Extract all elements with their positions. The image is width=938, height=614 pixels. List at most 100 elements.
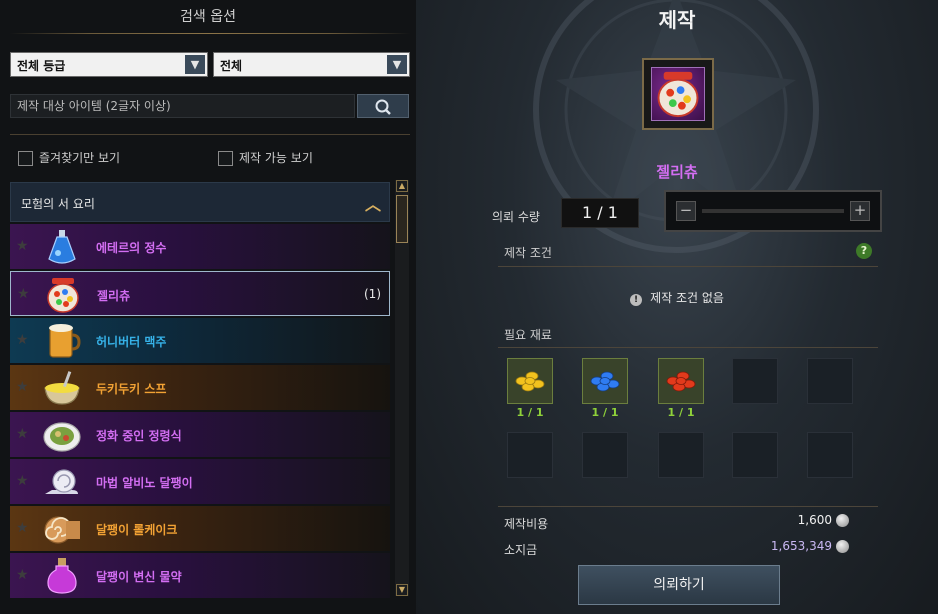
list-item[interactable]: ★ 마법 알비노 달팽이 [10,459,390,504]
list-item[interactable]: ★ 달팽이 변신 물약 [10,553,390,598]
empty-material-slot [582,432,628,478]
category-header-label: 모험의 서 요리 [21,197,95,211]
slider-track[interactable] [702,209,844,213]
materials-label: 필요 재료 [504,328,552,342]
favorite-star-icon[interactable]: ★ [16,238,29,254]
decrease-button[interactable]: − [676,201,696,221]
item-name: 마법 알비노 달팽이 [96,476,193,490]
yellow-jelly-beans-icon [515,371,545,392]
item-name: 젤리츄 [97,289,131,303]
favorite-star-icon[interactable]: ★ [16,332,29,348]
no-conditions-message: ! 제작 조건 없음 [416,289,938,306]
request-craft-button[interactable]: 의뢰하기 [578,565,780,605]
item-name: 정화 중인 정령식 [96,429,182,443]
material-count: 1 / 1 [516,406,544,419]
conditions-label: 제작 조건 [504,246,552,260]
grade-dropdown-value: 전체 등급 [17,59,66,73]
soup-bowl-icon [44,371,80,405]
material-slot[interactable] [658,358,704,404]
silver-coin-icon [836,514,849,527]
chevron-up-icon: ︿ [364,195,381,214]
favorite-star-icon[interactable]: ★ [16,379,29,395]
checkbox-box [218,151,233,166]
favorite-star-icon[interactable]: ★ [16,426,29,442]
list-scrollbar[interactable]: ▲ ▼ [395,180,409,596]
empty-material-slot [807,358,853,404]
craft-cost-value: 1,600 [797,513,832,527]
material-slot[interactable] [507,358,553,404]
gold-label: 소지금 [504,543,538,557]
empty-material-slot [658,432,704,478]
list-item[interactable]: ★ 두키두키 스프 [10,365,390,410]
item-name: 달팽이 변신 물약 [96,570,182,584]
list-item[interactable]: ★ 정화 중인 정령식 [10,412,390,457]
chevron-down-icon: ▼ [387,55,407,74]
quantity-slider[interactable]: − + [664,190,882,232]
item-name: 달팽이 롤케이크 [96,523,178,537]
craft-panel: 제작 젤리츄 의뢰 수량 1 / 1 − + 제작 조건 ? ! 제작 조건 없음… [416,0,938,614]
scroll-up-icon[interactable]: ▲ [396,180,408,192]
search-button[interactable] [357,94,409,118]
item-slot-background [651,67,705,121]
red-jelly-beans-icon [666,371,696,392]
crafted-item-slot [642,58,714,130]
honey-beer-mug-icon [49,324,81,358]
craftable-only-checkbox[interactable]: 제작 가능 보기 [218,149,313,166]
scroll-down-icon[interactable]: ▼ [396,584,408,596]
search-panel: 검색 옵션 전체 등급 ▼ 전체 ▼ 제작 대상 아이템 (2글자 이상) 즐겨… [0,0,416,614]
material-slot[interactable] [582,358,628,404]
search-options-title: 검색 옵션 [180,9,236,25]
checkbox-box [18,151,33,166]
favorites-only-label: 즐겨찾기만 보기 [39,151,121,165]
grade-dropdown[interactable]: 전체 등급 ▼ [10,52,208,77]
item-name: 두키두키 스프 [96,382,167,396]
material-count: 1 / 1 [591,406,619,419]
item-name: 에테르의 정수 [96,241,167,255]
silver-coin-icon [836,540,849,553]
craft-cost-label: 제작비용 [504,517,549,531]
material-count: 1 / 1 [667,406,695,419]
chevron-down-icon: ▼ [185,55,205,74]
quantity-field[interactable]: 1 / 1 [561,198,639,228]
category-dropdown[interactable]: 전체 ▼ [213,52,410,77]
category-header[interactable]: 모험의 서 요리 ︿ [10,182,390,222]
blue-potion-flask-icon [48,230,76,264]
favorite-star-icon[interactable]: ★ [17,286,30,302]
no-conditions-text: 제작 조건 없음 [650,291,724,305]
gumball-jar-icon [47,278,79,313]
divider [498,347,878,348]
search-input[interactable]: 제작 대상 아이템 (2글자 이상) [10,94,355,118]
pink-potion-bottle-icon [47,558,77,594]
gold-value: 1,653,349 [770,539,832,553]
salad-plate-icon [43,422,81,452]
info-icon: ! [630,294,643,306]
favorite-star-icon[interactable]: ★ [16,567,29,583]
list-item[interactable]: ★ 에테르의 정수 [10,224,390,269]
quantity-label: 의뢰 수량 [492,210,540,224]
list-item[interactable]: ★ 허니버터 맥주 [10,318,390,363]
craftable-only-label: 제작 가능 보기 [239,151,313,165]
roll-cake-icon [44,516,80,544]
decorative-emblem-icon [533,0,819,253]
help-icon[interactable]: ? [856,243,872,259]
empty-material-slot [732,432,778,478]
list-item-selected[interactable]: ★ 젤리츄 (1) [10,271,390,316]
increase-button[interactable]: + [850,201,870,221]
empty-material-slot [507,432,553,478]
empty-material-slot [807,432,853,478]
empty-material-slot [732,358,778,404]
favorite-star-icon[interactable]: ★ [16,473,29,489]
white-snail-icon [45,469,78,494]
gumball-jar-icon [657,71,699,118]
craft-title: 제작 [658,8,696,32]
favorites-only-checkbox[interactable]: 즐겨찾기만 보기 [18,149,120,166]
divider [498,266,878,267]
favorite-star-icon[interactable]: ★ [16,520,29,536]
scrollbar-thumb[interactable] [396,195,408,243]
crafted-item-name: 젤리츄 [656,163,698,181]
list-item[interactable]: ★ 달팽이 롤케이크 [10,506,390,551]
divider [498,506,878,507]
category-dropdown-value: 전체 [220,59,243,73]
title-divider [10,33,410,34]
search-icon [375,99,391,115]
